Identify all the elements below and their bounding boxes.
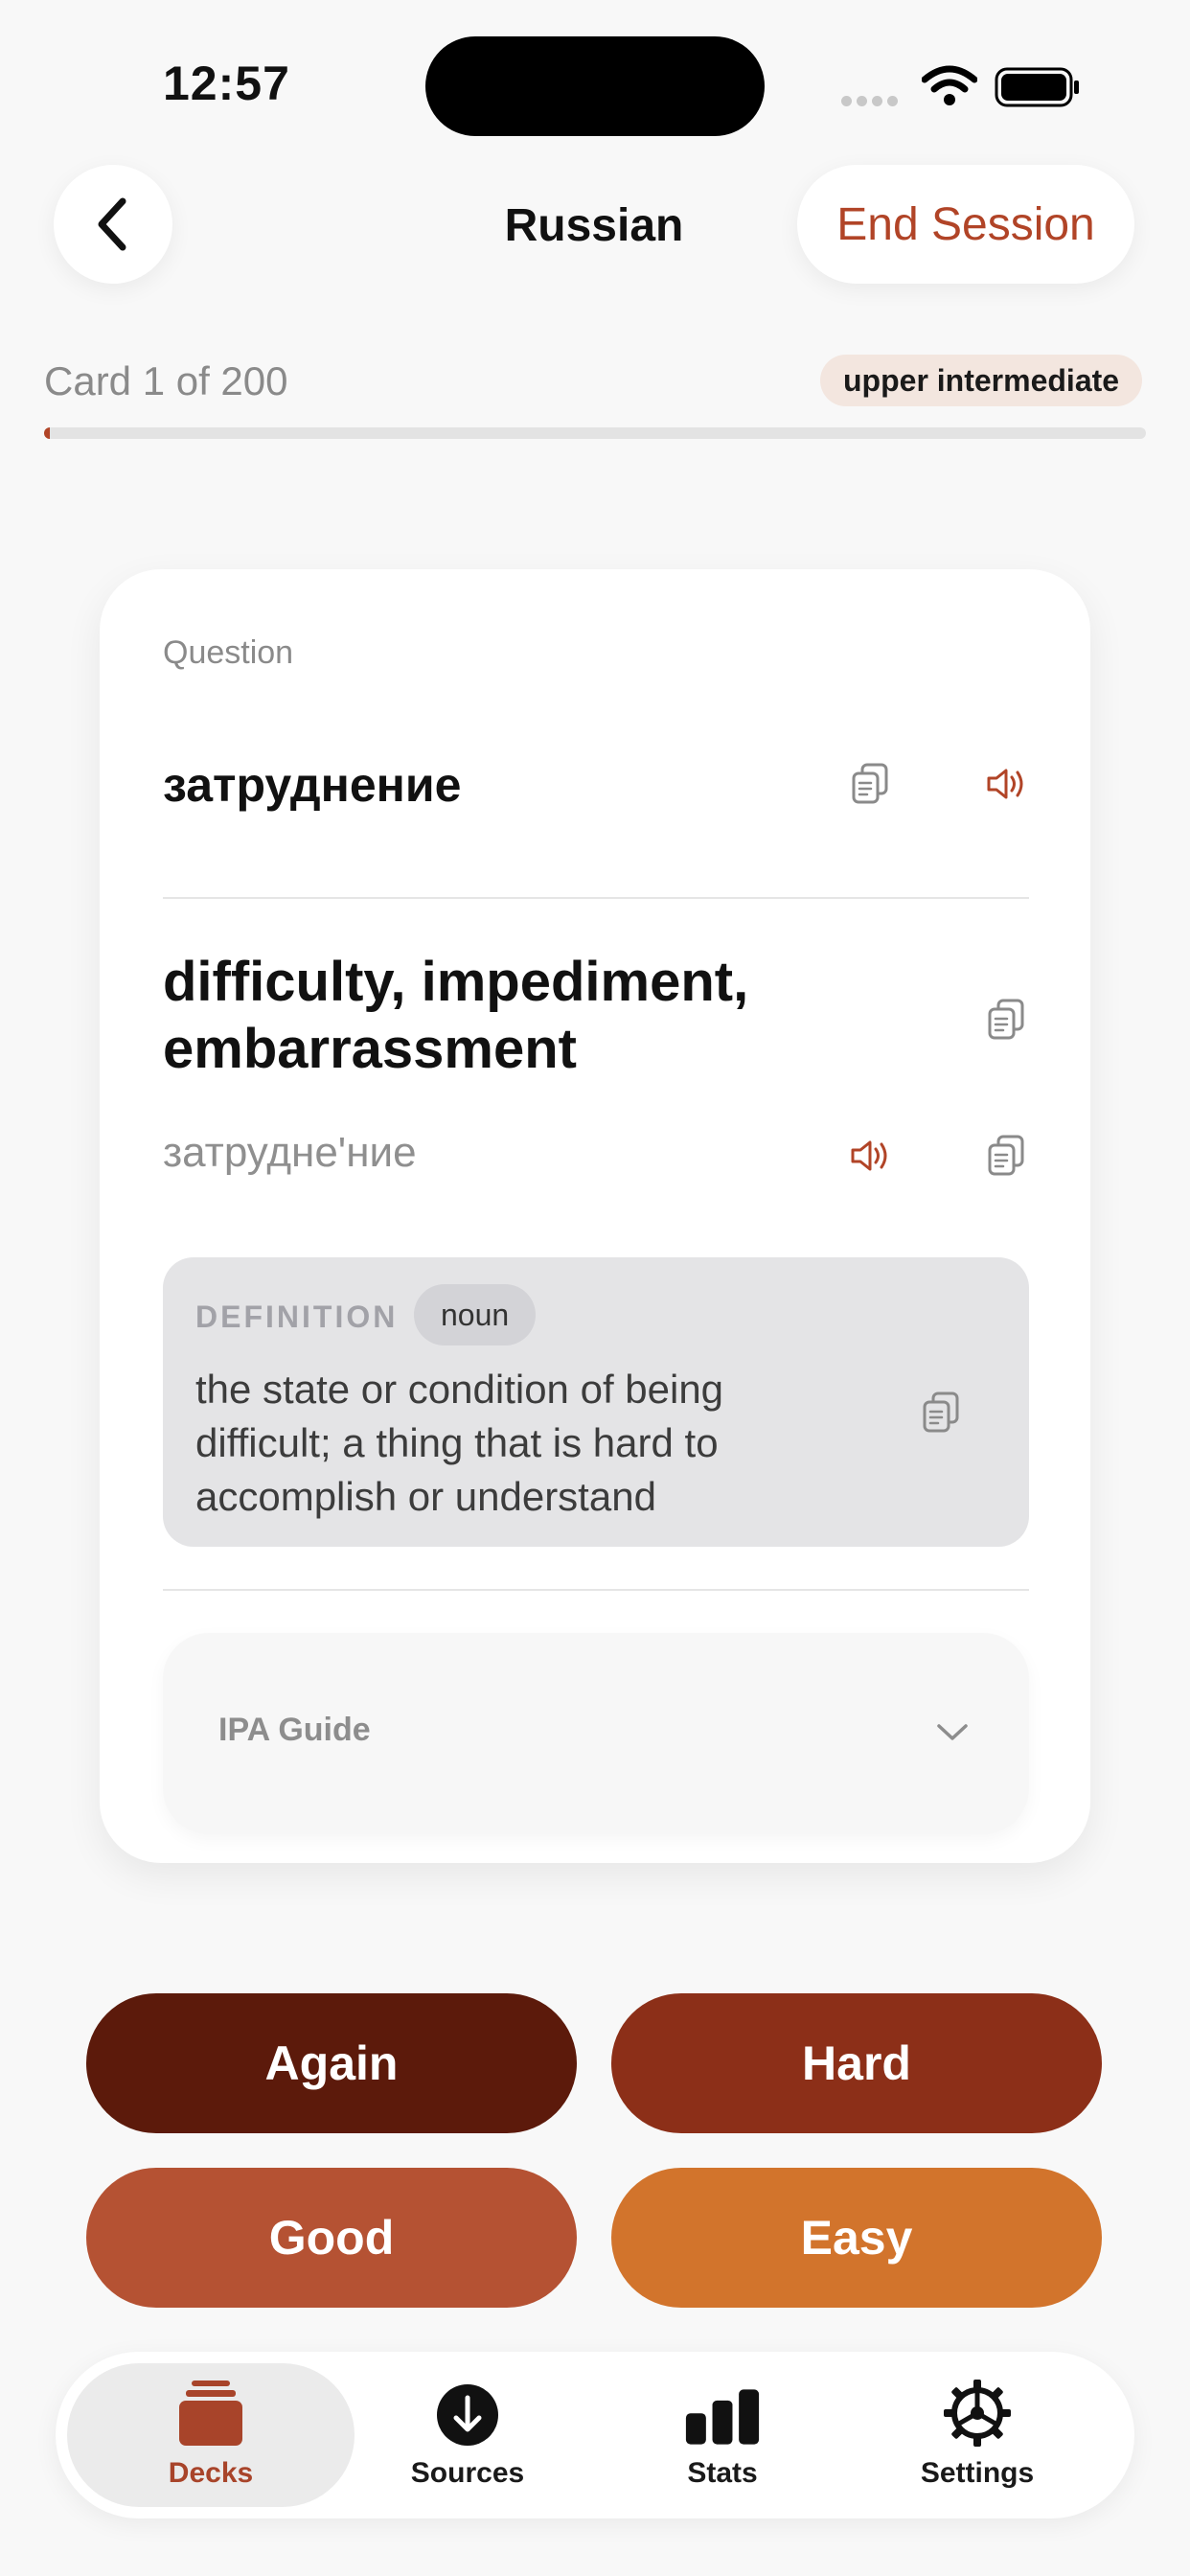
definition-label: DEFINITION bbox=[195, 1300, 399, 1334]
tab-label: Decks bbox=[168, 2457, 254, 2489]
card-counter: Card 1 of 200 bbox=[44, 358, 288, 403]
play-transliteration-audio-button[interactable] bbox=[832, 1117, 908, 1194]
progress-fill bbox=[44, 427, 50, 439]
definition-divider bbox=[163, 1589, 1029, 1591]
copy-question-button[interactable] bbox=[832, 746, 908, 822]
answer-text: difficulty, impediment, embarrassment bbox=[163, 951, 749, 1080]
stats-icon bbox=[684, 2380, 761, 2448]
page-title: Russian bbox=[504, 200, 684, 251]
ipa-guide-toggle[interactable]: IPA Guide bbox=[163, 1633, 1029, 1834]
tab-label: Sources bbox=[410, 2457, 525, 2489]
wifi-icon bbox=[922, 65, 977, 105]
chevron-down-icon bbox=[924, 1704, 981, 1761]
gear-icon bbox=[939, 2380, 1016, 2448]
flashcard-screen: 12:57 Russian End Session Card 1 of 200 … bbox=[0, 0, 1190, 2576]
copy-transliteration-button[interactable] bbox=[968, 1117, 1044, 1194]
easy-button[interactable]: Easy bbox=[611, 2168, 1102, 2308]
tab-sources[interactable]: Sources bbox=[324, 2363, 611, 2507]
definition-box: DEFINITION noun the state or condition o… bbox=[163, 1257, 1029, 1547]
level-badge: upper intermediate bbox=[820, 355, 1143, 406]
chevron-left-icon bbox=[98, 197, 126, 251]
question-word: затруднение bbox=[163, 758, 462, 812]
dynamic-island bbox=[425, 36, 765, 136]
transliteration: затрудне'ние bbox=[163, 1129, 417, 1176]
tab-bar: Decks Sources Stats Settings bbox=[56, 2352, 1134, 2518]
tab-stats[interactable]: Stats bbox=[579, 2363, 866, 2507]
copy-icon bbox=[923, 1392, 959, 1433]
speaker-icon bbox=[987, 769, 1023, 799]
part-of-speech-badge: noun bbox=[414, 1284, 537, 1346]
tab-label: Settings bbox=[920, 2457, 1035, 2489]
copy-answer-button[interactable] bbox=[968, 981, 1044, 1058]
status-icons bbox=[841, 61, 1081, 115]
end-session-button[interactable]: End Session bbox=[797, 165, 1134, 284]
ipa-guide-label: IPA Guide bbox=[218, 1712, 371, 1748]
tab-decks[interactable]: Decks bbox=[67, 2363, 355, 2507]
back-button[interactable] bbox=[54, 165, 172, 284]
cellular-signal-icon bbox=[841, 94, 903, 111]
hard-button[interactable]: Hard bbox=[611, 1993, 1102, 2133]
copy-icon bbox=[988, 1135, 1024, 1176]
definition-text: the state or condition of being difficul… bbox=[195, 1367, 724, 1519]
download-icon bbox=[429, 2380, 506, 2448]
tab-label: Stats bbox=[687, 2457, 758, 2489]
decks-icon bbox=[172, 2380, 249, 2448]
flashcard: Question затруднение difficulty, impedim… bbox=[100, 569, 1090, 1863]
good-button[interactable]: Good bbox=[86, 2168, 577, 2308]
status-time: 12:57 bbox=[163, 57, 290, 110]
progress-bar bbox=[44, 427, 1146, 439]
copy-definition-button[interactable] bbox=[903, 1374, 979, 1451]
copy-icon bbox=[852, 763, 888, 804]
question-label: Question bbox=[163, 634, 294, 671]
question-divider bbox=[163, 897, 1029, 899]
play-question-audio-button[interactable] bbox=[968, 746, 1044, 822]
again-button[interactable]: Again bbox=[86, 1993, 577, 2133]
speaker-icon bbox=[851, 1140, 887, 1171]
tab-settings[interactable]: Settings bbox=[834, 2363, 1121, 2507]
battery-icon bbox=[995, 67, 1079, 107]
copy-icon bbox=[988, 999, 1024, 1040]
